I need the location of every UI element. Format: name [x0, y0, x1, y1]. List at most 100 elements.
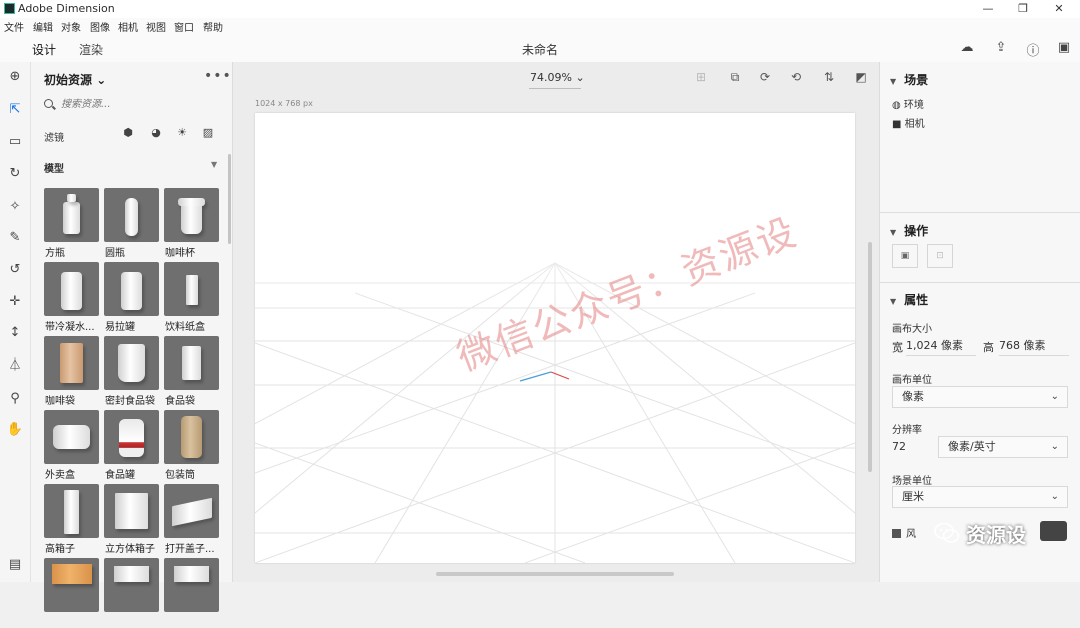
share-icon[interactable]: ⇪ [992, 40, 1010, 56]
scene-unit-select[interactable]: 厘米 ⌄ [892, 486, 1068, 508]
dolly-camera-icon[interactable]: ⇅ [821, 70, 837, 86]
horizon-icon[interactable]: ⏃ [6, 357, 24, 375]
scene-section-title[interactable]: ▼ 场景 [890, 71, 928, 88]
vertical-scrollbar[interactable] [868, 242, 872, 472]
hand-icon[interactable]: ✋ [6, 421, 24, 439]
asset-tile[interactable]: 咖啡袋 [44, 336, 99, 407]
asset-tile[interactable]: 圆瓶 [104, 188, 159, 259]
restore-button[interactable]: ❐ [1008, 0, 1038, 18]
asset-tile[interactable] [164, 558, 219, 628]
asset-tile[interactable]: 立方体箱子 [104, 484, 159, 555]
rectangle-select-icon[interactable]: ▭ [6, 133, 24, 151]
orbit-icon[interactable]: ↺ [6, 261, 24, 279]
pan-move-icon[interactable]: ✛ [6, 293, 24, 311]
zoom-level[interactable]: 74.09% ⌄ [530, 71, 585, 84]
asset-tile[interactable]: 外卖盒 [44, 410, 99, 481]
asset-thumbnail-partial [104, 558, 159, 612]
align-action-button[interactable]: ⊡ [927, 244, 953, 268]
asset-tile[interactable] [44, 558, 99, 628]
light-filter-icon[interactable]: ☀ [175, 126, 189, 140]
magic-wand-icon[interactable]: ✧ [6, 198, 24, 216]
tab-render[interactable]: 渲染 [79, 41, 103, 58]
menu-camera[interactable]: 相机 [118, 19, 138, 34]
asset-label: 食品袋 [165, 396, 195, 407]
canvas-size-label: 画布大小 [892, 324, 932, 335]
close-button[interactable]: ✕ [1044, 0, 1074, 18]
app-logo-icon [4, 3, 15, 14]
chevron-down-icon: ⌄ [1050, 491, 1059, 502]
assets-panel: 初始资源 ⌄ ••• 滤镜 ⬢ ◕ ☀ ▨ 模型 ▼ 方瓶 圆瓶 咖啡杯 带冷凝… [31, 62, 233, 612]
comment-icon[interactable]: ▣ [1055, 40, 1073, 56]
checkbox-row[interactable]: 风 [892, 525, 916, 540]
globe-icon: ◍ [892, 100, 901, 111]
frame-icon[interactable]: ⊞ [693, 70, 709, 86]
asset-tile[interactable]: 方瓶 [44, 188, 99, 259]
resolution-unit-select[interactable]: 像素/英寸 ⌄ [938, 436, 1068, 458]
properties-section-title[interactable]: ▼ 属性 [890, 291, 928, 308]
asset-label: 外卖盒 [45, 470, 75, 481]
asset-tile[interactable]: 带冷凝水... [44, 262, 99, 333]
menu-edit[interactable]: 编辑 [33, 19, 53, 34]
minimize-button[interactable]: — [973, 0, 1003, 18]
horizontal-scrollbar[interactable] [436, 572, 674, 576]
checkbox[interactable] [892, 529, 901, 538]
cube-filter-icon[interactable]: ⬢ [121, 126, 135, 140]
tab-design[interactable]: 设计 [29, 41, 59, 65]
menu-object[interactable]: 对象 [61, 19, 81, 34]
asset-tile[interactable]: 易拉罐 [104, 262, 159, 333]
coffee-bag-thumbnail [44, 336, 99, 390]
assets-title[interactable]: 初始资源 ⌄ [44, 71, 106, 88]
menu-image[interactable]: 图像 [90, 19, 110, 34]
pan-camera-icon[interactable]: ⟲ [788, 70, 804, 86]
asset-label: 高箱子 [45, 544, 75, 555]
height-field[interactable]: 768 像素 [999, 336, 1069, 356]
menu-bar: 文件 编辑 对象 图像 相机 视图 窗口 帮助 [0, 18, 1080, 34]
food-jar-thumbnail [104, 410, 159, 464]
section-chevron-icon[interactable]: ▼ [211, 160, 217, 169]
zoom-icon[interactable]: ⚲ [6, 390, 24, 408]
asset-tile[interactable] [104, 558, 159, 628]
search-input[interactable] [61, 96, 211, 112]
orbit-camera-icon[interactable]: ⟳ [757, 70, 773, 86]
asset-tile[interactable]: 打开盖子... [164, 484, 219, 555]
asset-tile[interactable]: 食品袋 [164, 336, 219, 407]
assets-scrollbar[interactable] [228, 154, 231, 244]
render-preview-icon[interactable]: ◩ [853, 70, 869, 86]
dolly-icon[interactable]: ↕ [6, 324, 24, 342]
eyedropper-icon[interactable]: ✎ [6, 229, 24, 247]
asset-label: 立方体箱子 [105, 544, 155, 555]
menu-file[interactable]: 文件 [4, 19, 24, 34]
square-bottle-thumbnail [44, 188, 99, 242]
menu-help[interactable]: 帮助 [203, 19, 223, 34]
asset-tile[interactable]: 饮料纸盒 [164, 262, 219, 333]
more-options-icon[interactable]: ••• [204, 68, 232, 84]
round-bottle-thumbnail [104, 188, 159, 242]
menu-window[interactable]: 窗口 [174, 19, 194, 34]
open-lid-box-thumbnail [164, 484, 219, 538]
scene-item-environment[interactable]: ◍ 环境 [892, 96, 924, 111]
asset-tile[interactable]: 密封食品袋 [104, 336, 159, 407]
asset-tile[interactable]: 包装筒 [164, 410, 219, 481]
actions-section-title[interactable]: ▼ 操作 [890, 222, 928, 239]
asset-tile[interactable]: 咖啡杯 [164, 188, 219, 259]
asset-label: 方瓶 [45, 248, 65, 259]
cloud-sync-icon[interactable]: ☁ [958, 40, 976, 56]
camera-icon: ■ [892, 119, 902, 130]
help-icon[interactable]: ⓘ [1024, 40, 1042, 59]
material-filter-icon[interactable]: ◕ [149, 126, 163, 140]
width-field[interactable]: 1,024 像素 [906, 336, 976, 356]
asset-tile[interactable]: 食品罐 [104, 410, 159, 481]
asset-label: 包装筒 [165, 470, 195, 481]
canvas-unit-select[interactable]: 像素 ⌄ [892, 386, 1068, 408]
asset-tile[interactable]: 高箱子 [44, 484, 99, 555]
camera-bookmark-icon[interactable]: ⧉ [727, 70, 743, 86]
frame-action-button[interactable]: ▣ [892, 244, 918, 268]
image-filter-icon[interactable]: ▨ [201, 126, 215, 140]
select-tool-icon[interactable]: ⇱ [6, 101, 24, 119]
scene-item-camera[interactable]: ■ 相机 [892, 115, 925, 130]
rotate-tool-icon[interactable]: ↻ [6, 165, 24, 183]
archive-icon[interactable]: ▤ [6, 556, 24, 574]
menu-view[interactable]: 视图 [146, 19, 166, 34]
resolution-value[interactable]: 72 [892, 440, 906, 453]
add-plus-circle-icon[interactable]: ⊕ [6, 68, 24, 86]
